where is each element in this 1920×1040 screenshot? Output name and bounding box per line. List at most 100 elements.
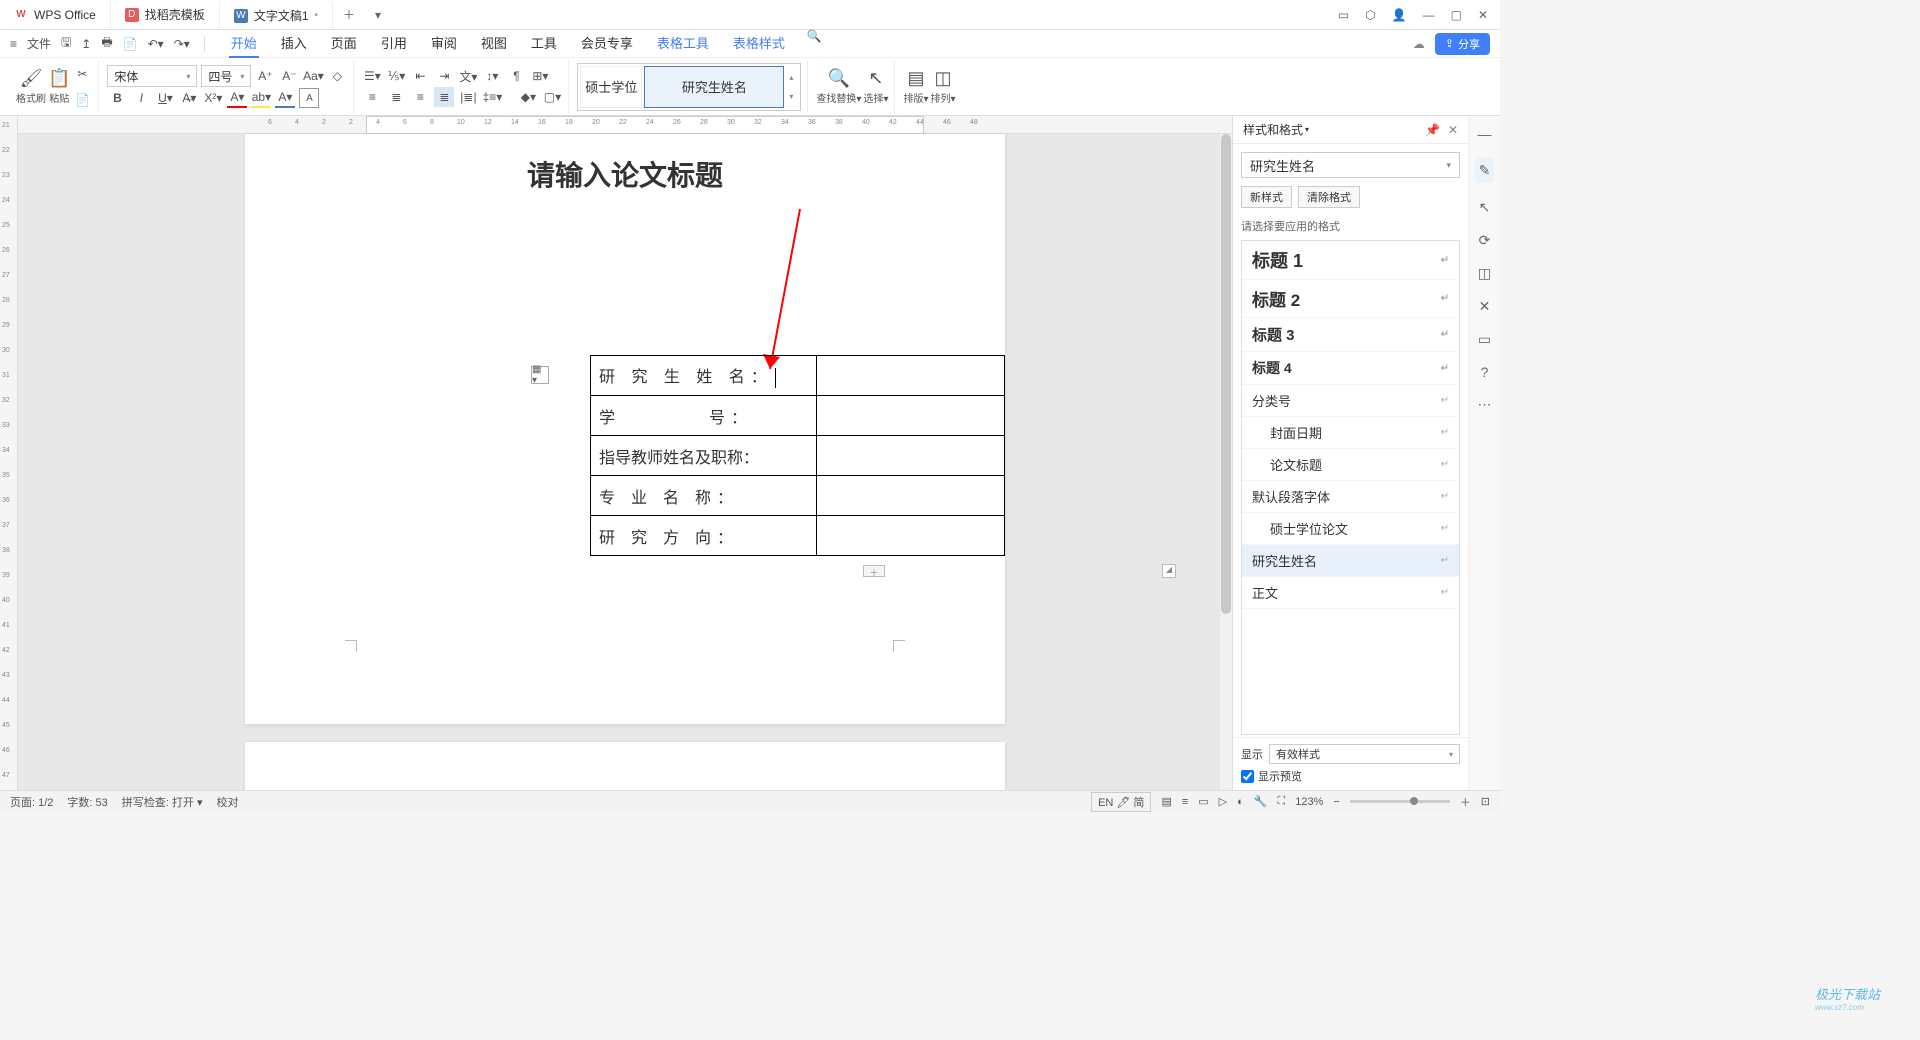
print-preview-icon[interactable]: 📄	[123, 37, 138, 51]
book-icon[interactable]: ▭	[1478, 331, 1491, 348]
italic-icon[interactable]: I	[131, 88, 151, 108]
thesis-info-table[interactable]: 研 究 生 姓 名： 学 号： 指导教师姓名及职称： 专 业 名 称： 研 究 …	[590, 355, 1005, 556]
view-read-icon[interactable]: ▷	[1219, 795, 1227, 808]
style-list[interactable]: 标题 1↵标题 2↵标题 3↵标题 4↵分类号↵封面日期↵论文标题↵默认段落字体…	[1241, 240, 1460, 735]
cube-icon[interactable]: ⬡	[1365, 8, 1375, 22]
close-window-button[interactable]: ✕	[1478, 8, 1488, 22]
scrollbar-thumb[interactable]	[1221, 134, 1231, 614]
collapse-rail-icon[interactable]: —	[1478, 126, 1492, 142]
text-direction-icon[interactable]: 文▾	[458, 66, 478, 86]
cell-student-name-value[interactable]	[817, 356, 1005, 396]
checkbox-input[interactable]	[1241, 770, 1254, 783]
share-button[interactable]: ⇪ 分享	[1435, 33, 1490, 55]
table-move-handle[interactable]: ▦ ▾	[531, 366, 549, 384]
tab-table-tools[interactable]: 表格工具	[655, 29, 711, 58]
cursor-tool-icon[interactable]: ↖	[1479, 199, 1491, 216]
document-page-2[interactable]	[245, 742, 1005, 790]
tab-insert[interactable]: 插入	[279, 29, 309, 58]
tab-view[interactable]: 视图	[479, 29, 509, 58]
cut-icon[interactable]: ✂	[72, 64, 92, 84]
indent-icon[interactable]: ⇥	[434, 66, 454, 86]
align-justify-icon[interactable]: ≣	[434, 87, 454, 107]
cell-student-name-label[interactable]: 研 究 生 姓 名：	[591, 356, 817, 396]
current-style-combo[interactable]: 研究生姓名 ▾	[1241, 152, 1460, 178]
sort-icon[interactable]: ↕▾	[482, 66, 502, 86]
eye-protect-icon[interactable]: 🔧	[1254, 795, 1268, 808]
tab-page[interactable]: 页面	[329, 29, 359, 58]
thesis-title-placeholder[interactable]: 请输入论文标题	[245, 154, 1005, 194]
chevron-down-icon[interactable]: ▾	[1305, 125, 1309, 134]
clear-format-button[interactable]: 清除格式	[1298, 186, 1360, 208]
cell-student-id-value[interactable]	[817, 396, 1005, 436]
zoom-slider-thumb[interactable]	[1410, 797, 1418, 805]
arrange-button[interactable]: ◫排列▾	[931, 68, 956, 105]
sync-icon[interactable]: ⟳	[1479, 232, 1491, 249]
show-marks-icon[interactable]: ¶	[506, 66, 526, 86]
vertical-scrollbar[interactable]	[1220, 134, 1232, 790]
tools-icon[interactable]: ✕	[1479, 298, 1491, 315]
tab-review[interactable]: 审阅	[429, 29, 459, 58]
distribute-icon[interactable]: |≣|	[458, 87, 478, 107]
pencil-icon[interactable]: ✎	[1475, 158, 1495, 183]
numbering-icon[interactable]: ⅕▾	[386, 66, 406, 86]
grow-font-icon[interactable]: A⁺	[255, 66, 275, 86]
word-count[interactable]: 字数: 53	[67, 794, 107, 810]
superscript-icon[interactable]: X²▾	[203, 88, 223, 108]
cell-major-label[interactable]: 专 业 名 称：	[591, 476, 817, 516]
copy-icon[interactable]: 📄	[72, 90, 92, 110]
minimize-button[interactable]: —	[1423, 8, 1435, 22]
paste-button[interactable]: 📋粘贴	[48, 68, 70, 105]
close-panel-icon[interactable]: ✕	[1448, 123, 1458, 137]
table-resize-handle[interactable]: ◢	[1162, 564, 1176, 578]
align-left-icon[interactable]: ≡	[362, 87, 382, 107]
avatar-icon[interactable]: 👤	[1392, 8, 1407, 22]
font-size-combo[interactable]: 四号▾	[201, 65, 251, 87]
style-preview-b[interactable]: 研究生姓名	[644, 66, 784, 108]
undo-icon[interactable]: ↶▾	[148, 37, 164, 51]
maximize-button[interactable]: ▢	[1451, 8, 1462, 22]
document-viewport[interactable]: 6422468101214161820222426283032343638404…	[18, 116, 1232, 790]
style-list-item[interactable]: 硕士学位论文↵	[1242, 513, 1459, 545]
cell-advisor-value[interactable]	[817, 436, 1005, 476]
new-style-button[interactable]: 新样式	[1241, 186, 1292, 208]
search-icon[interactable]: 🔍	[807, 29, 822, 58]
cell-student-id-label[interactable]: 学 号：	[591, 396, 817, 436]
style-list-item[interactable]: 标题 2↵	[1242, 280, 1459, 318]
tab-wps-home[interactable]: W WPS Office	[0, 1, 111, 29]
zoom-in-button[interactable]: ＋	[1460, 794, 1471, 810]
page-indicator[interactable]: 页面: 1/2	[10, 794, 53, 810]
select-button[interactable]: ↖选择▾	[863, 68, 888, 105]
style-list-item[interactable]: 封面日期↵	[1242, 417, 1459, 449]
view-print-icon[interactable]: ▤	[1161, 795, 1171, 808]
style-preview-a[interactable]: 硕士学位	[580, 66, 642, 108]
show-preview-checkbox[interactable]: 显示预览	[1241, 768, 1460, 784]
font-name-combo[interactable]: 宋体▾	[107, 65, 197, 87]
clear-format-icon[interactable]: ◇	[327, 66, 347, 86]
template-icon[interactable]: ◫	[1478, 265, 1491, 282]
cell-advisor-label[interactable]: 指导教师姓名及职称：	[591, 436, 817, 476]
view-outline-icon[interactable]: ≡	[1182, 796, 1188, 808]
align-right-icon[interactable]: ≡	[410, 87, 430, 107]
ruler-icon[interactable]: ⊞▾	[530, 66, 550, 86]
font-color-icon[interactable]: A▾	[227, 88, 247, 108]
redo-icon[interactable]: ↷▾	[174, 37, 190, 51]
hamburger-icon[interactable]: ≡	[10, 37, 17, 51]
style-gallery-expand[interactable]: ▴▾	[786, 73, 796, 101]
tab-docer-templates[interactable]: D 找稻壳模板	[111, 1, 220, 29]
underline-icon[interactable]: U▾	[155, 88, 175, 108]
tab-tools[interactable]: 工具	[529, 29, 559, 58]
borders-icon[interactable]: ▢▾	[542, 87, 562, 107]
style-list-item[interactable]: 分类号↵	[1242, 385, 1459, 417]
style-list-item[interactable]: 论文标题↵	[1242, 449, 1459, 481]
style-list-item[interactable]: 正文↵	[1242, 577, 1459, 609]
language-indicator[interactable]: EN 🖊 简	[1091, 792, 1151, 812]
tab-document-1[interactable]: W 文字文稿1 •	[220, 1, 333, 29]
change-case-icon[interactable]: Aa▾	[303, 66, 323, 86]
shrink-font-icon[interactable]: A⁻	[279, 66, 299, 86]
help-icon[interactable]: ?	[1481, 364, 1489, 380]
vertical-ruler[interactable]: 2122232425262728293031323334353637383940…	[0, 116, 18, 790]
bold-icon[interactable]: B	[107, 88, 127, 108]
tab-begin[interactable]: 开始	[229, 29, 259, 58]
file-menu[interactable]: 文件	[27, 35, 51, 52]
format-painter-button[interactable]: 🖌格式刷	[16, 68, 46, 105]
